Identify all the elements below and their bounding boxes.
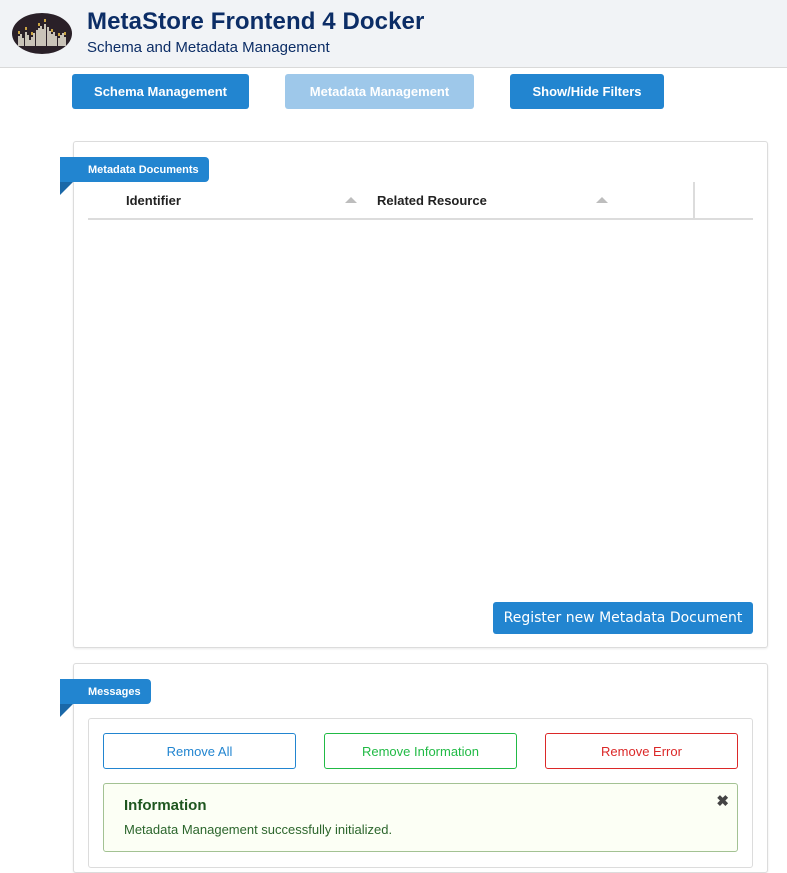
table-header-divider — [88, 218, 753, 220]
app-title: MetaStore Frontend 4 Docker — [87, 8, 425, 35]
column-header-identifier[interactable]: Identifier — [126, 193, 181, 208]
message-text: Metadata Management successfully initial… — [124, 822, 393, 837]
logo-icon — [12, 13, 72, 54]
remove-information-button[interactable]: Remove Information — [324, 733, 517, 769]
column-header-related-resource[interactable]: Related Resource — [377, 193, 487, 208]
logo-dot — [24, 27, 27, 30]
sort-ascending-icon[interactable] — [596, 197, 608, 203]
close-icon[interactable]: ✖ — [716, 792, 729, 810]
ribbon-fold — [60, 182, 73, 195]
app-subtitle: Schema and Metadata Management — [87, 39, 330, 56]
remove-error-button[interactable]: Remove Error — [545, 733, 738, 769]
messages-ribbon: Messages — [60, 679, 151, 704]
show-hide-filters-button[interactable]: Show/Hide Filters — [510, 74, 664, 109]
column-resize-handle[interactable] — [693, 182, 695, 218]
logo-dot — [44, 19, 47, 22]
schema-management-button[interactable]: Schema Management — [72, 74, 249, 109]
ribbon-fold — [60, 704, 73, 717]
metadata-management-button[interactable]: Metadata Management — [285, 74, 474, 109]
message-title: Information — [124, 797, 207, 814]
metadata-documents-ribbon: Metadata Documents — [60, 157, 209, 182]
sort-ascending-icon[interactable] — [345, 197, 357, 203]
app-header: MetaStore Frontend 4 Docker Schema and M… — [0, 0, 787, 68]
logo-bar — [64, 37, 67, 46]
remove-all-button[interactable]: Remove All — [103, 733, 296, 769]
logo-dot — [64, 32, 67, 35]
register-metadata-document-button[interactable]: Register new Metadata Document — [493, 602, 753, 634]
information-message: Information Metadata Management successf… — [103, 783, 738, 852]
